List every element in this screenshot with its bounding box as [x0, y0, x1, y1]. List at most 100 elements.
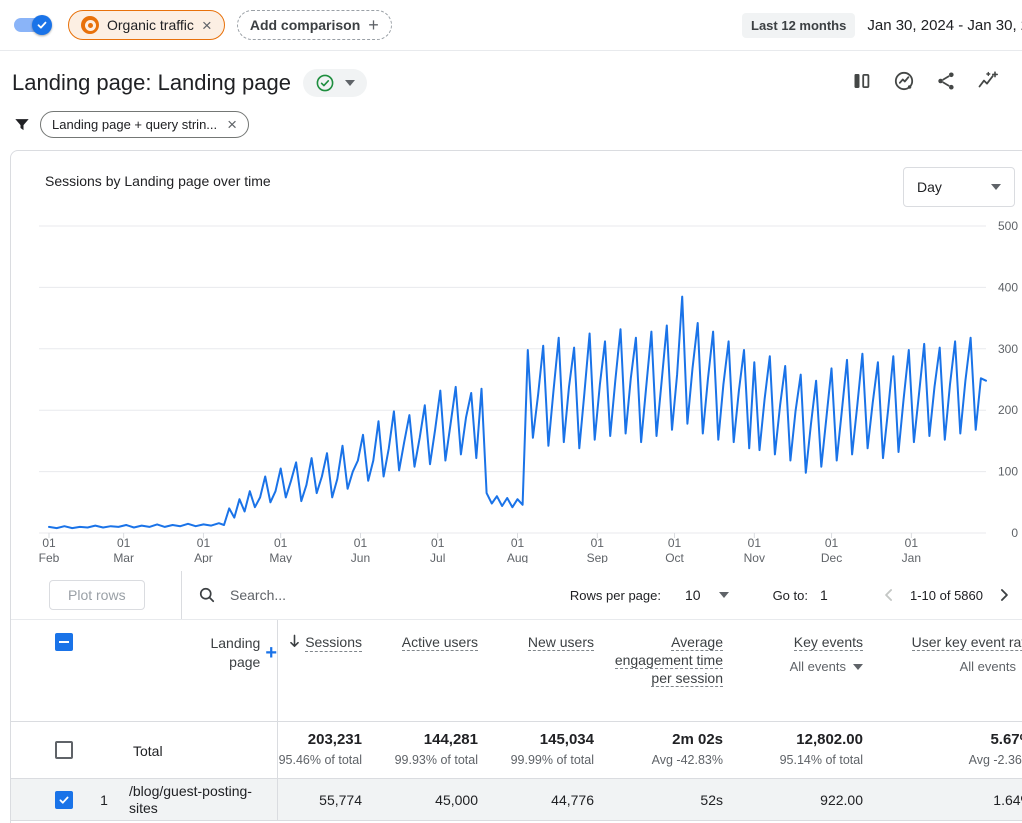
remove-filter-icon[interactable]: ×	[227, 116, 237, 133]
select-all-checkbox-indeterminate[interactable]	[55, 633, 73, 651]
avg-engagement-column-label[interactable]: Average engagement time per session	[615, 634, 723, 687]
date-range-cluster: Last 12 months Jan 30, 2024 - Jan 30, 20…	[742, 0, 1022, 50]
row-new-users: 44,776	[490, 779, 606, 820]
svg-text:01: 01	[42, 536, 56, 550]
segment-color-icon	[81, 16, 99, 34]
new-users-column-label[interactable]: New users	[528, 634, 594, 651]
header-checkbox-cell	[11, 620, 81, 721]
date-range-selector[interactable]: Jan 30, 2024 - Jan 30, 2025	[867, 17, 1022, 34]
report-header: Landing page: Landing page	[0, 51, 1022, 144]
svg-text:01: 01	[511, 536, 525, 550]
filter-funnel-icon[interactable]	[12, 115, 32, 135]
dimension-column-label[interactable]: Landing page	[198, 634, 260, 672]
granularity-value: Day	[917, 179, 942, 195]
row-checkbox-cell	[11, 779, 81, 820]
user-key-event-rate-column-label[interactable]: User key event rate	[912, 634, 1022, 651]
svg-text:100: 100	[998, 465, 1018, 479]
svg-text:01: 01	[274, 536, 288, 550]
row-user-key-event-rate: 1.64%	[875, 779, 1022, 820]
report-status-dropdown[interactable]	[303, 69, 367, 97]
rows-per-page-caret-icon[interactable]	[719, 592, 729, 598]
svg-text:Nov: Nov	[744, 551, 765, 563]
add-comparison-label: Add comparison	[250, 17, 360, 33]
controls-divider	[181, 571, 182, 619]
filter-chip[interactable]: Landing page + query strin... ×	[40, 111, 249, 138]
svg-text:Oct: Oct	[665, 551, 684, 563]
total-sessions: 203,23195.46% of total	[277, 722, 374, 778]
svg-text:01: 01	[197, 536, 211, 550]
previous-page-icon[interactable]	[878, 584, 900, 606]
svg-text:Feb: Feb	[39, 551, 60, 563]
total-index-cell	[81, 722, 127, 778]
header-active-users: Active users	[374, 620, 490, 721]
plot-rows-button[interactable]: Plot rows	[49, 580, 145, 610]
sort-descending-icon[interactable]	[288, 634, 301, 649]
total-avg-engagement: 2m 02sAvg -42.83%	[606, 722, 735, 778]
key-events-column-label[interactable]: Key events	[794, 634, 863, 651]
svg-text:Jan: Jan	[902, 551, 921, 563]
chevron-down-icon	[991, 184, 1001, 190]
table-row[interactable]: 1 /blog/guest-posting-sites 55,774 45,00…	[11, 779, 1022, 821]
insights-icon[interactable]	[892, 69, 916, 93]
svg-text:Sep: Sep	[587, 551, 609, 563]
sessions-column-label[interactable]: Sessions	[305, 633, 362, 652]
header-sessions: Sessions	[277, 620, 374, 721]
key-events-filter-dropdown[interactable]: All events	[741, 658, 863, 676]
date-preset-badge: Last 12 months	[742, 13, 855, 38]
row-active-users: 45,000	[374, 779, 490, 820]
total-new-users: 145,03499.99% of total	[490, 722, 606, 778]
row-checkbox-checked[interactable]	[55, 791, 73, 809]
pagination-controls: Rows per page: 10 Go to: 1-10 of 5860	[570, 571, 1015, 619]
svg-text:01: 01	[905, 536, 919, 550]
svg-text:01: 01	[117, 536, 131, 550]
total-active-users: 144,28199.93% of total	[374, 722, 490, 778]
share-icon[interactable]	[934, 69, 958, 93]
total-row-checkbox[interactable]	[55, 741, 73, 759]
title-row: Landing page: Landing page	[12, 63, 1010, 103]
svg-text:200: 200	[998, 403, 1018, 417]
svg-text:01: 01	[825, 536, 839, 550]
sessions-line-chart: 010020030040050001Feb01Mar01Apr01May01Ju…	[11, 211, 1022, 563]
data-quality-check-icon	[315, 73, 335, 93]
active-users-column-label[interactable]: Active users	[402, 634, 478, 651]
svg-text:Jul: Jul	[430, 551, 445, 563]
sessions-report-card: Sessions by Landing page over time Day 0…	[10, 150, 1022, 823]
search-input[interactable]	[228, 586, 462, 604]
total-label: Total	[127, 722, 277, 778]
analytics-intelligence-sparkline-icon[interactable]	[976, 69, 1000, 93]
header-index-cell	[81, 620, 127, 721]
edit-comparisons-icon[interactable]	[850, 69, 874, 93]
svg-text:Dec: Dec	[821, 551, 842, 563]
table-header-row: Landing page + Sessions Active users New…	[11, 620, 1022, 722]
rows-per-page-label: Rows per page:	[570, 588, 661, 603]
comparison-toggle[interactable]	[12, 13, 52, 37]
row-sessions: 55,774	[277, 779, 374, 820]
goto-page-input[interactable]	[818, 586, 852, 604]
remove-segment-icon[interactable]: ×	[202, 17, 212, 34]
granularity-select[interactable]: Day	[903, 167, 1015, 207]
add-dimension-icon[interactable]: +	[265, 643, 277, 663]
row-landing-page[interactable]: /blog/guest-posting-sites	[127, 779, 277, 820]
chart-card-header: Sessions by Landing page over time Day	[11, 151, 1022, 211]
search-icon	[197, 585, 217, 605]
report-action-icons	[850, 69, 1000, 93]
chart-title: Sessions by Landing page over time	[45, 173, 271, 189]
user-key-event-rate-filter-dropdown[interactable]: All events	[881, 658, 1022, 676]
filter-chip-label: Landing page + query strin...	[52, 117, 217, 132]
add-comparison-button[interactable]: Add comparison +	[237, 10, 392, 40]
chevron-down-icon	[853, 664, 863, 670]
total-checkbox-cell	[11, 722, 81, 778]
next-page-icon[interactable]	[993, 584, 1015, 606]
svg-text:Aug: Aug	[507, 551, 528, 563]
page-title: Landing page: Landing page	[12, 70, 291, 96]
pagination-range: 1-10 of 5860	[910, 588, 983, 603]
svg-text:Jun: Jun	[351, 551, 370, 563]
top-bar: Organic traffic × Add comparison + Last …	[0, 0, 1022, 51]
rows-per-page-value[interactable]: 10	[685, 587, 701, 603]
table-controls: Plot rows Rows per page: 10 Go to: 1-10 …	[11, 571, 1022, 620]
svg-text:400: 400	[998, 280, 1018, 294]
total-user-key-event-rate: 5.67%Avg -2.36%	[875, 722, 1022, 778]
header-dimension-cell: Landing page +	[127, 620, 277, 721]
segment-chip-organic-traffic[interactable]: Organic traffic ×	[68, 10, 225, 40]
svg-text:01: 01	[668, 536, 682, 550]
